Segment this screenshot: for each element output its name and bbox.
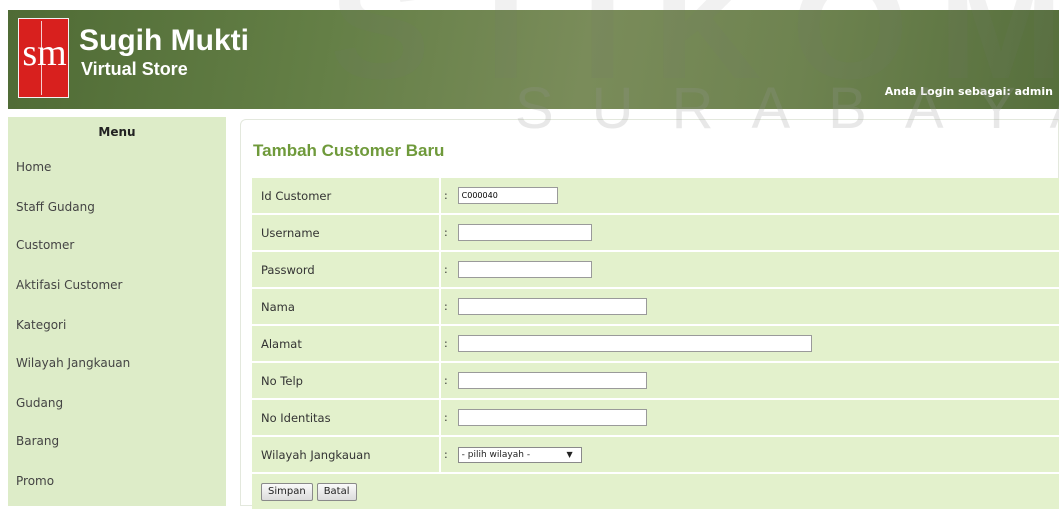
password-field[interactable]	[457, 261, 592, 278]
form-row-no-identitas: No Identitas :	[252, 399, 1059, 437]
field-value-cell: :	[439, 288, 1059, 326]
page-title: Tambah Customer Baru	[253, 141, 445, 160]
sidebar-item-home[interactable]: Home	[8, 157, 226, 197]
field-label: No Identitas	[252, 399, 440, 437]
field-value-cell: :	[439, 251, 1059, 289]
main-content: Tambah Customer Baru Id Customer : Usern…	[240, 119, 1059, 511]
form-row-no-telp: No Telp :	[252, 362, 1059, 400]
wilayah-selected-value: - pilih wilayah -	[461, 449, 531, 460]
id-customer-field[interactable]	[457, 187, 558, 204]
form-actions: Simpan Batal	[252, 473, 1059, 511]
site-header: sm Sugih Mukti Virtual Store Anda Login …	[8, 10, 1059, 109]
no-telp-field[interactable]	[457, 372, 647, 389]
field-value-cell: :	[439, 214, 1059, 252]
cancel-button[interactable]: Batal	[316, 482, 357, 501]
brand-title: Sugih Mukti	[79, 24, 249, 57]
field-colon: :	[444, 374, 448, 387]
sidebar-item-barang[interactable]: Barang	[8, 431, 226, 471]
sidebar-item-promo[interactable]: Promo	[8, 471, 226, 511]
field-label: Id Customer	[252, 178, 440, 215]
customer-form: Id Customer : Username : Password : Nama…	[252, 178, 1059, 511]
sidebar-item-label: Promo	[16, 474, 55, 488]
form-row-alamat: Alamat :	[252, 325, 1059, 363]
chevron-down-icon: ▼	[566, 449, 573, 459]
sidebar-item-label: Wilayah Jangkauan	[16, 356, 131, 370]
field-colon: :	[444, 337, 448, 350]
sidebar-item-label: Barang	[16, 434, 60, 448]
sidebar-item-aktifasi-customer[interactable]: Aktifasi Customer	[8, 275, 226, 315]
field-value-cell: :	[439, 399, 1059, 437]
form-row-actions: Simpan Batal	[252, 473, 1059, 511]
field-value-cell: :	[439, 325, 1059, 363]
alamat-field[interactable]	[457, 335, 812, 352]
nama-field[interactable]	[457, 298, 647, 315]
sidebar-item-label: Kategori	[16, 318, 67, 332]
login-info: Anda Login sebagai: admin	[884, 85, 1053, 98]
sidebar-item-customer[interactable]: Customer	[8, 235, 226, 275]
form-row-username: Username :	[252, 214, 1059, 252]
no-identitas-field[interactable]	[457, 409, 647, 426]
field-colon: :	[444, 263, 448, 276]
field-label: Password	[252, 251, 440, 289]
sidebar-item-label: Aktifasi Customer	[16, 278, 123, 292]
field-colon: :	[444, 189, 448, 202]
field-colon: :	[444, 411, 448, 424]
username-field[interactable]	[457, 224, 592, 241]
sidebar-item-label: Staff Gudang	[16, 200, 95, 214]
brand-subtitle: Virtual Store	[81, 59, 188, 79]
field-colon: :	[444, 300, 448, 313]
sidebar-item-label: Home	[16, 160, 52, 174]
field-colon: :	[444, 226, 448, 239]
field-value-cell: :	[439, 362, 1059, 400]
brand-logo[interactable]: sm	[18, 18, 69, 98]
sidebar-item-staff-gudang[interactable]: Staff Gudang	[8, 197, 226, 237]
sidebar-item-label: Customer	[16, 238, 75, 252]
form-row-nama: Nama :	[252, 288, 1059, 326]
sidebar-item-gudang[interactable]: Gudang	[8, 393, 226, 433]
menu-title: Menu	[98, 125, 136, 139]
field-label: Nama	[252, 288, 440, 326]
logo-text: sm	[22, 32, 67, 74]
wilayah-select[interactable]: - pilih wilayah - ▼	[457, 446, 582, 463]
field-label: No Telp	[252, 362, 440, 400]
sidebar-item-kategori[interactable]: Kategori	[8, 315, 226, 355]
form-row-password: Password :	[252, 251, 1059, 289]
sidebar-item-label: Gudang	[16, 396, 64, 410]
form-row-wilayah: Wilayah Jangkauan : - pilih wilayah - ▼	[252, 436, 1059, 474]
field-value-cell: :	[439, 178, 1059, 215]
field-label: Username	[252, 214, 440, 252]
field-label: Alamat	[252, 325, 440, 363]
field-value-cell: : - pilih wilayah - ▼	[439, 436, 1059, 474]
sidebar-menu: Menu Home Staff Gudang Customer Aktifasi…	[8, 117, 226, 506]
field-colon: :	[444, 448, 448, 461]
sidebar-item-wilayah-jangkauan[interactable]: Wilayah Jangkauan	[8, 353, 226, 393]
form-row-id-customer: Id Customer :	[252, 178, 1059, 215]
field-label: Wilayah Jangkauan	[252, 436, 440, 474]
save-button[interactable]: Simpan	[261, 482, 313, 501]
